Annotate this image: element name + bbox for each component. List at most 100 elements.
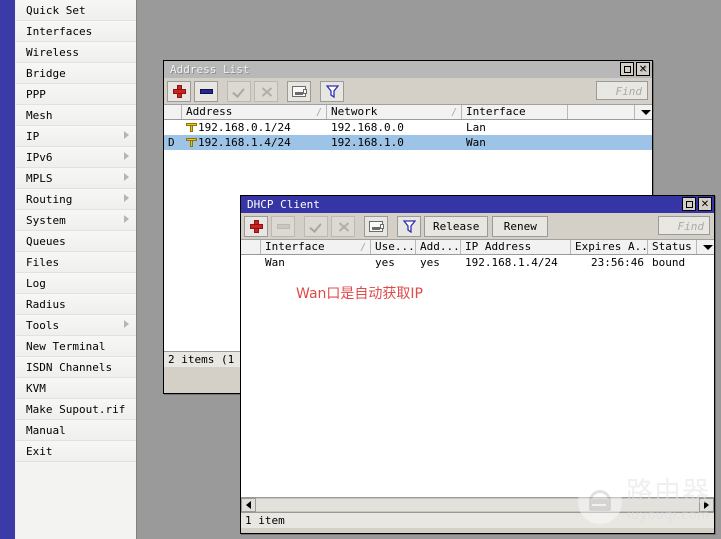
find-input[interactable]: Find [596,81,648,100]
column-header-blank-4[interactable] [568,105,635,119]
column-header-network[interactable]: Network/ [327,105,462,119]
remove-button[interactable] [194,81,218,102]
sidebar-item-manual[interactable]: Manual [16,420,136,441]
column-header-blank-0[interactable] [164,105,182,119]
cell-flag: D [164,135,182,150]
address-icon [186,137,197,147]
sidebar-item-tools[interactable]: Tools [16,315,136,336]
column-header-use[interactable]: Use... [371,240,416,254]
dhcp-client-titlebar[interactable]: DHCP Client ✕ [241,196,714,213]
sidebar-item-interfaces[interactable]: Interfaces [16,21,136,42]
sidebar-accent-bar [0,0,15,539]
funnel-icon [403,220,416,233]
close-button[interactable]: ✕ [698,197,712,211]
column-header-address[interactable]: Address/ [182,105,327,119]
sidebar-item-make-supout-rif[interactable]: Make Supout.rif [16,399,136,420]
comment-button[interactable] [364,216,388,237]
maximize-button[interactable] [682,197,696,211]
dhcp-client-statusbar: 1 item [241,512,714,528]
cell-interface: Wan [462,135,568,150]
address-list-window-buttons: ✕ [620,62,650,76]
add-button[interactable] [244,216,268,237]
renew-button[interactable]: Renew [492,216,548,237]
dhcp-window-buttons: ✕ [682,197,712,211]
remove-button[interactable] [271,216,295,237]
table-row[interactable]: D192.168.1.4/24192.168.1.0Wan [164,135,652,150]
sidebar-item-radius[interactable]: Radius [16,294,136,315]
sidebar-item-quick-set[interactable]: Quick Set [16,0,136,21]
horizontal-scrollbar[interactable] [241,497,714,512]
address-list-titlebar[interactable]: Address List ✕ [164,61,652,78]
maximize-button[interactable] [620,62,634,76]
x-cross-icon [337,221,350,232]
sort-indicator-icon: / [360,241,366,254]
chevron-down-icon [703,245,713,250]
column-chooser-button[interactable] [697,240,714,254]
sidebar-item-label: Interfaces [26,25,92,38]
find-input[interactable]: Find [658,216,710,235]
enable-button[interactable] [227,81,251,102]
column-header-ip-address[interactable]: IP Address [461,240,571,254]
submenu-arrow-icon [124,152,129,160]
sidebar-item-label: IP [26,130,39,143]
table-row[interactable]: 192.168.0.1/24192.168.0.0Lan [164,120,652,135]
funnel-icon [326,85,339,98]
disable-button[interactable] [331,216,355,237]
table-row[interactable]: Wanyesyes192.168.1.4/2423:56:46bound [241,255,714,270]
sidebar-item-label: PPP [26,88,46,101]
sidebar-item-label: Manual [26,424,66,437]
sidebar-item-routing[interactable]: Routing [16,189,136,210]
column-header-expires-a[interactable]: Expires A... [571,240,648,254]
add-button[interactable] [167,81,191,102]
close-button[interactable]: ✕ [636,62,650,76]
sidebar-item-exit[interactable]: Exit [16,441,136,462]
sidebar-item-label: IPv6 [26,151,53,164]
sidebar-item-bridge[interactable]: Bridge [16,63,136,84]
sidebar-item-mpls[interactable]: MPLS [16,168,136,189]
sidebar-item-ppp[interactable]: PPP [16,84,136,105]
scroll-right-button[interactable] [699,498,714,512]
sidebar-item-system[interactable]: System [16,210,136,231]
sidebar-item-queues[interactable]: Queues [16,231,136,252]
sidebar-item-ipv6[interactable]: IPv6 [16,147,136,168]
filter-button[interactable] [320,81,344,102]
address-list-toolbar: Find [164,78,652,105]
cell-flag [241,255,261,270]
comment-button[interactable] [287,81,311,102]
sort-indicator-icon: / [316,106,322,119]
column-header-label: Interface [265,240,325,253]
column-header-add[interactable]: Add... [416,240,461,254]
sidebar-item-isdn-channels[interactable]: ISDN Channels [16,357,136,378]
column-header-status[interactable]: Status [648,240,697,254]
dhcp-client-toolbar: Release Renew Find [241,213,714,240]
column-header-label: IP Address [465,240,531,253]
sort-indicator-icon: / [451,106,457,119]
plus-icon [173,85,186,98]
sidebar-item-label: Routing [26,193,72,206]
dhcp-client-window[interactable]: DHCP Client ✕ Release Renew Find Interfa… [240,195,715,534]
column-header-blank-0[interactable] [241,240,261,254]
cell-add_default_route: yes [416,255,461,270]
column-chooser-button[interactable] [635,105,652,119]
scrollbar-track[interactable] [256,498,699,512]
sidebar-item-ip[interactable]: IP [16,126,136,147]
sidebar-item-log[interactable]: Log [16,273,136,294]
release-button[interactable]: Release [424,216,488,237]
disable-button[interactable] [254,81,278,102]
cell-text: 192.168.0.1/24 [198,121,291,134]
sidebar-item-kvm[interactable]: KVM [16,378,136,399]
sidebar-item-label: Log [26,277,46,290]
sidebar-item-wireless[interactable]: Wireless [16,42,136,63]
column-header-interface[interactable]: Interface [462,105,568,119]
enable-button[interactable] [304,216,328,237]
scroll-left-button[interactable] [241,498,256,512]
minus-icon [200,89,213,94]
filter-button[interactable] [397,216,421,237]
cell-network: 192.168.0.0 [327,120,462,135]
column-header-interface[interactable]: Interface / [261,240,371,254]
sidebar-item-mesh[interactable]: Mesh [16,105,136,126]
sidebar-item-label: Bridge [26,67,66,80]
sidebar-item-new-terminal[interactable]: New Terminal [16,336,136,357]
address-table-header: Address/Network/Interface [164,105,652,120]
sidebar-item-files[interactable]: Files [16,252,136,273]
